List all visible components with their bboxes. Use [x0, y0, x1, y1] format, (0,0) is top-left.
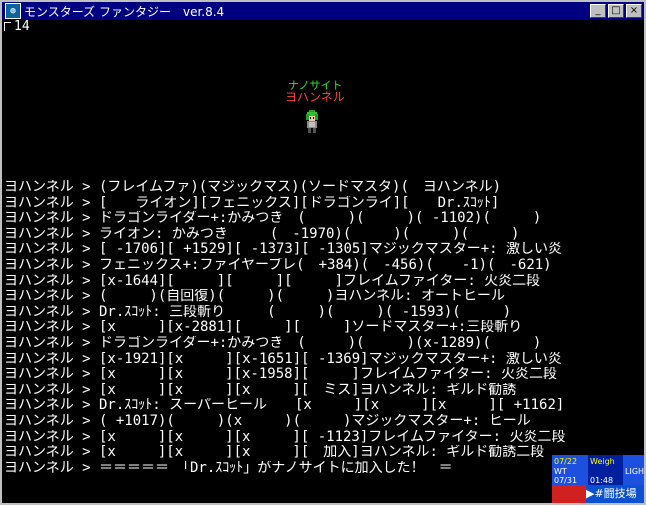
turn-counter: 14 [14, 20, 30, 34]
log-line: ヨハンネル > Dr.ｽｺｯﾄ: 三段斬り ( )( )( -1593)( ) [4, 304, 512, 320]
corner-mark [4, 22, 11, 31]
battle-log: ヨハンネル > (フレイムファ)(マジックマス)(ソードマスタ)( ヨハンネル)… [4, 180, 634, 476]
log-line: ヨハンネル > [x-1644][ ][ ][ ]フレイムファイター: 火炎二段 [4, 273, 541, 289]
log-line: ヨハンネル > ドラゴンライダー+:かみつき ( )( )(x-1289)( ) [4, 335, 542, 351]
log-line: ヨハンネル > Dr.ｽｺｯﾄ: スーパーヒール [x ][x ][x ][ +… [4, 398, 565, 414]
widget-weight-label: Weigh [590, 457, 615, 466]
widget-vertical-text: LIGHT [625, 467, 644, 476]
log-line: ヨハンネル > [ ライオン][フェニックス][ドラゴンライ][ Dr.ｽｺｯﾄ… [4, 195, 500, 211]
widget-date-top: 07/22 [554, 457, 578, 466]
widget-date-bottom: 07/31 [554, 476, 578, 485]
log-line: ヨハンネル > [ -1706][ +1529][ -1373][ -1305]… [4, 242, 563, 258]
log-line: ヨハンネル > ＝＝＝＝＝ 「Dr.ｽｺｯﾄ」がナノサイトに加入した！ ＝ [4, 460, 453, 476]
log-line: ヨハンネル > ( +1017)( )(x )( )マジックマスター+: ヒール [4, 413, 531, 429]
window-title: モンスターズ ファンタジー ver.8.4 [24, 4, 225, 19]
window-controls: _ □ × [590, 4, 642, 18]
status-widget[interactable]: 07/22 Weigh WT 07/31 01:48 LIGHT ▶#闘技場 [552, 455, 644, 503]
close-button[interactable]: × [626, 4, 642, 18]
log-line: ヨハンネル > ドラゴンライダー+:かみつき ( )( )( -1102)( ) [4, 211, 542, 227]
game-screen[interactable]: 14 ナノサイト ヨハンネル ヨハンネル > (フレイムファ)(マジックマス)(… [2, 20, 644, 503]
log-line: ヨハンネル > ( )(自回復)( )( )ヨハンネル: オートヒール [4, 289, 506, 305]
widget-panel-alert [552, 485, 586, 503]
log-line: ヨハンネル > [x-1921][x ][x-1651][ -1369]マジック… [4, 351, 562, 367]
maximize-button[interactable]: □ [608, 4, 624, 18]
title-bar[interactable]: ◍ モンスターズ ファンタジー ver.8.4 _ □ × [2, 2, 644, 20]
channel-button[interactable]: ▶#闘技場 [586, 485, 644, 503]
globe-icon: ◍ [5, 3, 21, 19]
log-line: ヨハンネル > [x ][x ][x-1958][ ]フレイムファイター: 火炎… [4, 367, 558, 383]
widget-tab-label: WT [554, 467, 567, 476]
player-name-label: ヨハンネル [285, 90, 345, 104]
log-line: ヨハンネル > フェニックス+:ファイヤーブレ( +384)( -456)( -… [4, 257, 552, 273]
log-line: ヨハンネル > (フレイムファ)(マジックマス)(ソードマスタ)( ヨハンネル) [4, 180, 502, 195]
widget-time: 01:48 [590, 476, 614, 485]
log-line: ヨハンネル > [x ][x ][x ][ -1123]フレイムファイター: 火… [4, 429, 566, 445]
log-line: ヨハンネル > ライオン: かみつき ( -1970)( )( )( ) [4, 226, 520, 242]
log-line: ヨハンネル > [x ][x ][x ][ 加入]ヨハンネル: ギルド勧誘二段 [4, 445, 545, 461]
log-line: ヨハンネル > [x ][x ][x ][ ミス]ヨハンネル: ギルド勧誘 [4, 382, 517, 398]
channel-label: #闘技場 [594, 487, 637, 500]
log-line: ヨハンネル > [x ][x-2881][ ][ ]ソードマスター+:三段斬り [4, 320, 523, 336]
player-sprite[interactable] [304, 110, 320, 134]
minimize-button[interactable]: _ [590, 4, 606, 18]
